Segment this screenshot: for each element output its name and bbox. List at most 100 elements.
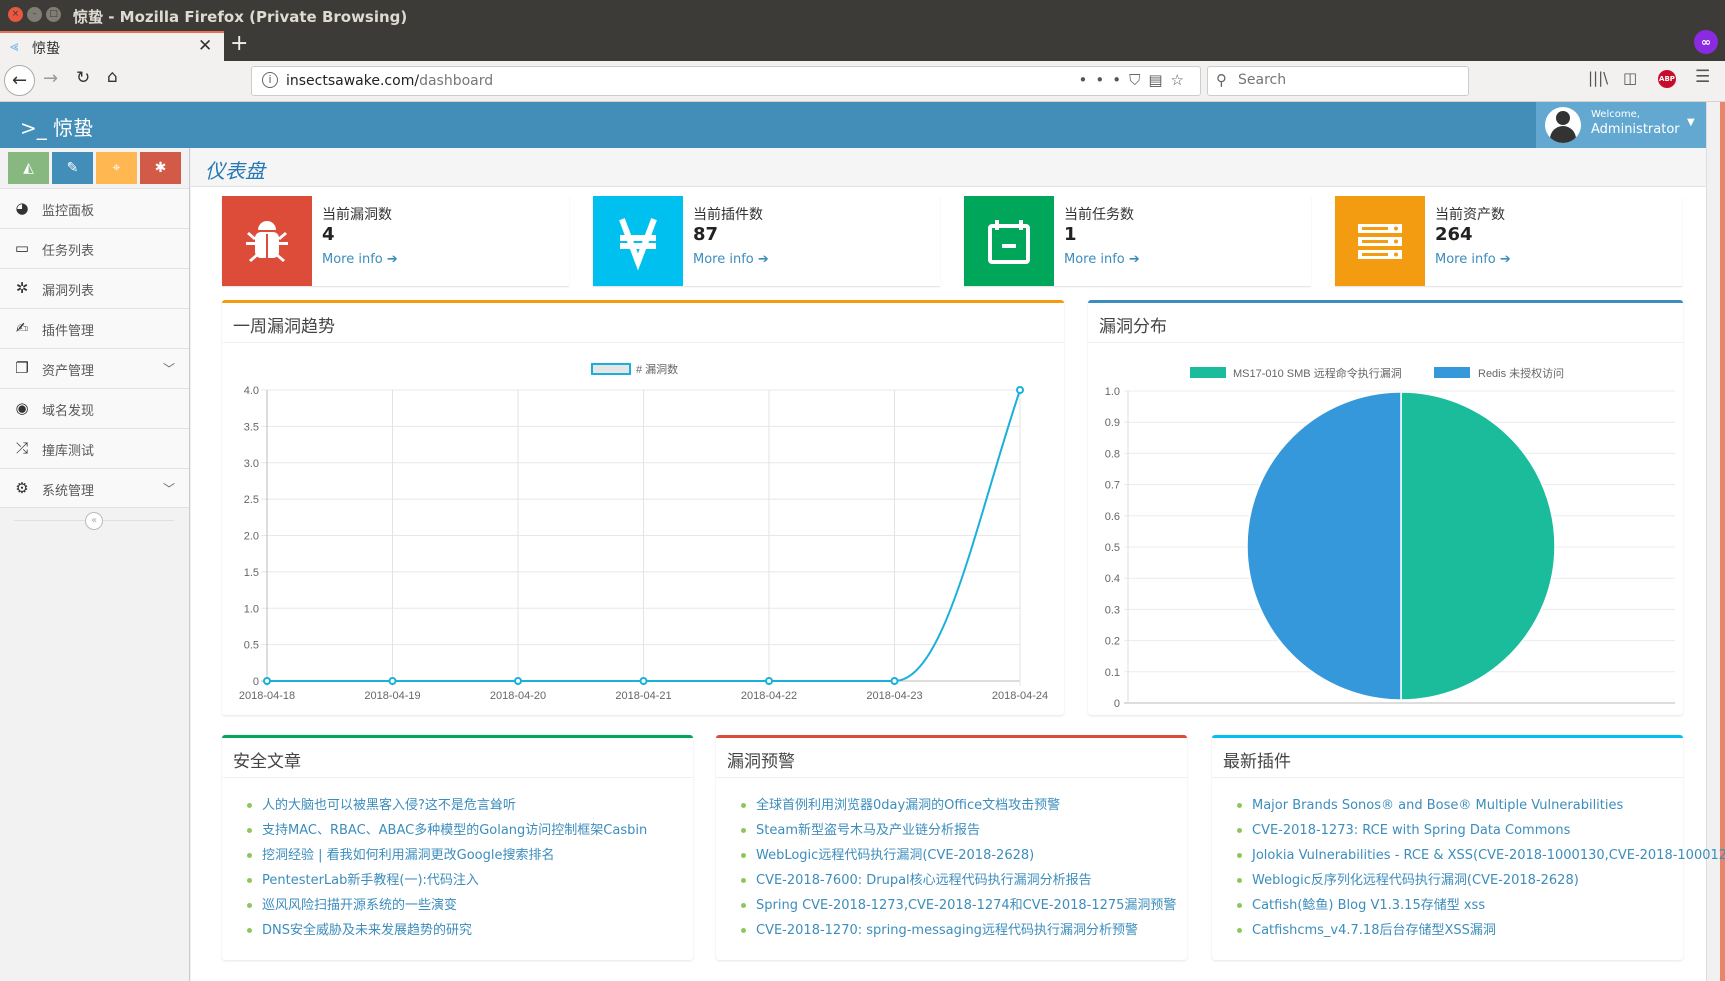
alert-link[interactable]: Spring CVE-2018-1273,CVE-2018-1274和CVE-2… bbox=[756, 898, 1176, 913]
list-item[interactable]: PentesterLab新手教程(一):代码注入 bbox=[247, 868, 647, 893]
alert-link[interactable]: 全球首例利用浏览器0day漏洞的Office文档攻击预警 bbox=[756, 798, 1060, 813]
list-item[interactable]: WebLogic远程代码执行漏洞(CVE-2018-2628) bbox=[741, 843, 1176, 868]
shortcut-target-button[interactable]: ⌖ bbox=[96, 152, 137, 184]
double-angle-left-icon: « bbox=[90, 515, 98, 526]
page-actions-icon[interactable]: ••• bbox=[1079, 71, 1130, 89]
sidebar-item-credential-stuffing[interactable]: ⤮ 撞库测试 bbox=[0, 428, 189, 468]
list-item[interactable]: Steam新型盗号木马及产业链分析报告 bbox=[741, 818, 1176, 843]
sidebar-item-tasks[interactable]: ▭ 任务列表 bbox=[0, 228, 189, 268]
bullet-icon bbox=[247, 903, 252, 908]
sidebar-item-plugins[interactable]: ✍ 插件管理 bbox=[0, 308, 189, 348]
list-item[interactable]: Major Brands Sonos® and Bose® Multiple V… bbox=[1237, 793, 1725, 818]
menu-hamburger-icon[interactable]: ☰ bbox=[1695, 67, 1710, 87]
plugin-link[interactable]: Catfish(鲶鱼) Blog V1.3.15存储型 xss bbox=[1252, 898, 1485, 913]
arrow-circle-right-icon: ➔ bbox=[1128, 252, 1140, 267]
alert-link[interactable]: WebLogic远程代码执行漏洞(CVE-2018-2628) bbox=[756, 848, 1034, 863]
list-item[interactable]: Spring CVE-2018-1273,CVE-2018-1274和CVE-2… bbox=[741, 893, 1176, 918]
adblock-plus-icon[interactable]: ABP bbox=[1658, 70, 1676, 88]
url-bar[interactable]: i insectsawake.com/dashboard •••⛉▤☆ bbox=[251, 66, 1201, 96]
line-chart: # 漏洞数 0 0.5 1.0 1.5 2.0 2.5 3.0 3.5 4.0 2018-04-18… bbox=[239, 363, 1048, 702]
list-item[interactable]: 人的大脑也可以被黑客入侵?这不是危言耸听 bbox=[247, 793, 647, 818]
list-item[interactable]: Catfishcms_v4.7.18后台存储型XSS漏洞 bbox=[1237, 918, 1725, 943]
back-button[interactable]: ← bbox=[4, 65, 35, 96]
site-info-icon[interactable]: i bbox=[262, 72, 278, 88]
dashboard-icon: ◕ bbox=[15, 199, 29, 217]
data-point bbox=[263, 677, 271, 685]
more-info-link[interactable]: More info ➔ bbox=[1064, 252, 1140, 267]
plugins-panel: 最新插件 Major Brands Sonos® and Bose® Multi… bbox=[1212, 735, 1725, 960]
sidebar-toggle-icon[interactable]: ◫ bbox=[1623, 69, 1637, 87]
forward-button[interactable]: → bbox=[43, 68, 58, 89]
sidebar-item-vulns[interactable]: ✲ 漏洞列表 bbox=[0, 268, 189, 308]
shortcut-chart-button[interactable]: ◭ bbox=[8, 152, 49, 184]
article-link[interactable]: 巡风风险扫描开源系统的一些演变 bbox=[262, 898, 457, 913]
article-link[interactable]: PentesterLab新手教程(一):代码注入 bbox=[262, 873, 479, 888]
arrow-circle-right-icon: ➔ bbox=[757, 252, 769, 267]
home-button[interactable]: ⌂ bbox=[107, 67, 118, 87]
sidebar-item-domains[interactable]: ◉ 域名发现 bbox=[0, 388, 189, 428]
bullet-icon bbox=[247, 853, 252, 858]
shortcut-edit-button[interactable]: ✎ bbox=[52, 152, 93, 184]
more-info-link[interactable]: More info ➔ bbox=[1435, 252, 1511, 267]
search-bar[interactable]: ⚲ bbox=[1207, 66, 1469, 96]
server-icon bbox=[1335, 196, 1425, 286]
article-link[interactable]: DNS安全威胁及未来发展趋势的研究 bbox=[262, 923, 472, 938]
list-item[interactable]: Weblogic反序列化远程代码执行漏洞(CVE-2018-2628) bbox=[1237, 868, 1725, 893]
area-chart-icon: ◭ bbox=[23, 160, 34, 176]
more-info-link[interactable]: More info ➔ bbox=[693, 252, 769, 267]
sidebar-item-assets[interactable]: ❐ 资产管理 ﹀ bbox=[0, 348, 189, 388]
new-tab-button[interactable]: + bbox=[230, 31, 248, 56]
sidebar: ◭ ✎ ⌖ ✱ ◕ 监控面板 ▭ 任务列表 ✲ 漏洞列表 ✍ 插件管理 ❐ 资产… bbox=[0, 148, 190, 981]
list-item[interactable]: CVE-2018-7600: Drupal核心远程代码执行漏洞分析报告 bbox=[741, 868, 1176, 893]
y-tick-label: 0.6 bbox=[1105, 511, 1120, 523]
list-item[interactable]: 巡风风险扫描开源系统的一些演变 bbox=[247, 893, 647, 918]
list-item[interactable]: Jolokia Vulnerabilities - RCE & XSS(CVE-… bbox=[1237, 843, 1725, 868]
alert-link[interactable]: CVE-2018-1270: spring-messaging远程代码执行漏洞分… bbox=[756, 923, 1138, 938]
more-info-link[interactable]: More info ➔ bbox=[322, 252, 398, 267]
legend-label: Redis 未授权访问 bbox=[1478, 366, 1564, 380]
panel-title: 漏洞预警 bbox=[727, 752, 795, 772]
list-item[interactable]: DNS安全威胁及未来发展趋势的研究 bbox=[247, 918, 647, 943]
search-input[interactable] bbox=[1238, 72, 1458, 88]
window-maximize-button[interactable]: □ bbox=[46, 7, 61, 22]
article-link[interactable]: 人的大脑也可以被黑客入侵?这不是危言耸听 bbox=[262, 798, 516, 813]
library-icon[interactable]: |||\ bbox=[1588, 69, 1608, 87]
sidebar-item-monitor[interactable]: ◕ 监控面板 bbox=[0, 188, 189, 228]
shortcut-settings-button[interactable]: ✱ bbox=[140, 152, 181, 184]
plugin-link[interactable]: Major Brands Sonos® and Bose® Multiple V… bbox=[1252, 798, 1623, 813]
panel-header: 漏洞分布 bbox=[1088, 303, 1683, 343]
list-item[interactable]: 挖洞经验 | 看我如何利用漏洞更改Google搜索排名 bbox=[247, 843, 647, 868]
article-link[interactable]: 支持MAC、RBAC、ABAC多种模型的Golang访问控制框架Casbin bbox=[262, 823, 647, 838]
brand-logo[interactable]: >_ 惊蛰 bbox=[20, 112, 93, 141]
pocket-icon[interactable]: ⛉ bbox=[1129, 71, 1148, 89]
bookmark-star-icon[interactable]: ☆ bbox=[1171, 71, 1192, 89]
plugin-link[interactable]: CVE-2018-1273: RCE with Spring Data Comm… bbox=[1252, 823, 1570, 838]
article-link[interactable]: 挖洞经验 | 看我如何利用漏洞更改Google搜索排名 bbox=[262, 848, 555, 863]
list-item[interactable]: CVE-2018-1270: spring-messaging远程代码执行漏洞分… bbox=[741, 918, 1176, 943]
window-close-button[interactable]: × bbox=[8, 7, 23, 22]
reload-button[interactable]: ↻ bbox=[76, 68, 90, 88]
list-item[interactable]: Catfish(鲶鱼) Blog V1.3.15存储型 xss bbox=[1237, 893, 1725, 918]
list-item[interactable]: 全球首例利用浏览器0day漏洞的Office文档攻击预警 bbox=[741, 793, 1176, 818]
sidebar-collapse-button[interactable]: « bbox=[85, 512, 103, 530]
url-text[interactable]: insectsawake.com/dashboard bbox=[286, 73, 493, 89]
plugin-link[interactable]: Weblogic反序列化远程代码执行漏洞(CVE-2018-2628) bbox=[1252, 873, 1579, 888]
alert-link[interactable]: Steam新型盗号木马及产业链分析报告 bbox=[756, 823, 980, 838]
bullet-icon bbox=[247, 928, 252, 933]
favicon-icon: ⪡ bbox=[10, 37, 19, 55]
alert-link[interactable]: CVE-2018-7600: Drupal核心远程代码执行漏洞分析报告 bbox=[756, 873, 1092, 888]
plugin-link[interactable]: Jolokia Vulnerabilities - RCE & XSS(CVE-… bbox=[1252, 848, 1725, 863]
reader-view-icon[interactable]: ▤ bbox=[1148, 71, 1170, 89]
plugin-link[interactable]: Catfishcms_v4.7.18后台存储型XSS漏洞 bbox=[1252, 923, 1496, 938]
window-title: 惊蛰 - Mozilla Firefox (Private Browsing) bbox=[73, 8, 408, 26]
window-minimize-button[interactable]: – bbox=[27, 7, 42, 22]
user-menu[interactable]: Welcome, Administrator ▼ bbox=[1536, 102, 1706, 148]
panel-title: 最新插件 bbox=[1223, 752, 1291, 772]
list-item[interactable]: 支持MAC、RBAC、ABAC多种模型的Golang访问控制框架Casbin bbox=[247, 818, 647, 843]
browser-tab[interactable]: ⪡ 惊蛰 ✕ bbox=[0, 31, 224, 61]
y-tick-label: 0.8 bbox=[1105, 448, 1120, 460]
list-item[interactable]: CVE-2018-1273: RCE with Spring Data Comm… bbox=[1237, 818, 1725, 843]
sidebar-item-system[interactable]: ⚙ 系统管理 ﹀ bbox=[0, 468, 189, 508]
y-tick-label: 0.7 bbox=[1105, 480, 1120, 492]
tab-close-icon[interactable]: ✕ bbox=[198, 36, 212, 56]
